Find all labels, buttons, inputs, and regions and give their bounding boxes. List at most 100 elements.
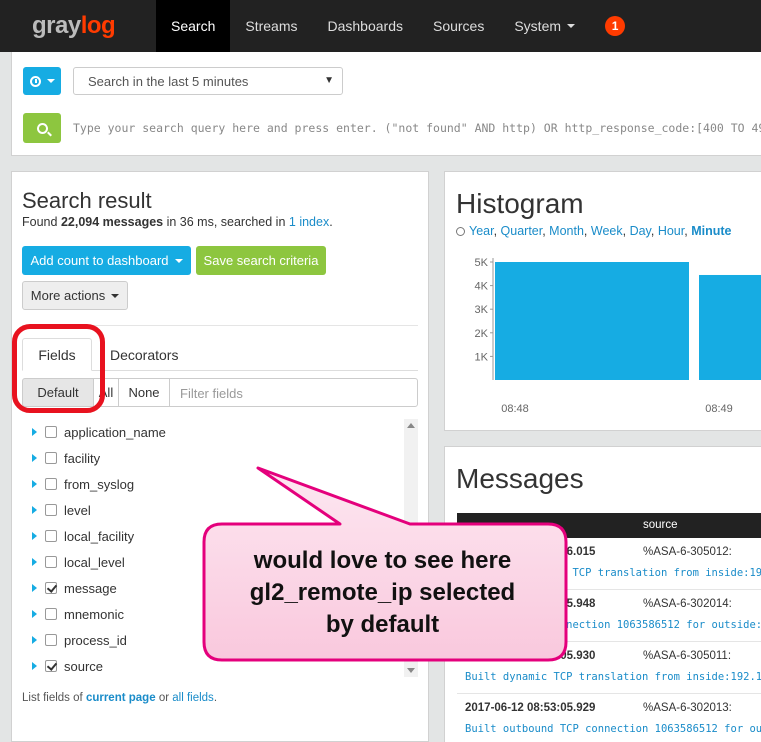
field-checkbox[interactable] [45, 530, 57, 542]
search-time-text: in 36 ms, searched in [166, 215, 286, 229]
notification-badge: 1 [605, 16, 626, 36]
nav-search[interactable]: Search [156, 0, 231, 52]
field-checkbox[interactable] [45, 426, 57, 438]
field-checkbox[interactable] [45, 478, 57, 490]
field-checkbox[interactable] [45, 504, 57, 516]
nav-system[interactable]: System [499, 0, 590, 52]
current-page-link[interactable]: current page [86, 692, 156, 704]
message-row[interactable]: 2017-06-12 08:53:05.929 %ASA-6-302013: Bui… [457, 694, 761, 742]
summary-period: . [329, 215, 333, 229]
message-body: Built outbound TCP connection 1063586512… [465, 723, 761, 735]
field-checkbox[interactable] [45, 556, 57, 568]
save-search-criteria-button[interactable]: Save search criteria [196, 246, 326, 275]
tab-decorators[interactable]: Decorators [110, 347, 178, 363]
field-checkbox[interactable] [45, 608, 57, 620]
field-name: facility [64, 450, 101, 466]
callout-line-1: would love to see here [253, 547, 512, 574]
field-name: mnemonic [64, 606, 124, 622]
messages-title: Messages [456, 463, 584, 494]
search-query-input[interactable]: Type your search query here and press en… [73, 114, 761, 142]
logo-text-gray: gray [32, 12, 81, 39]
field-name: process_id [64, 632, 127, 648]
source-column-header[interactable]: source [643, 519, 678, 531]
hint-end: . [213, 692, 218, 704]
expand-arrow-icon[interactable] [32, 610, 37, 618]
field-name: application_name [64, 424, 166, 440]
field-checkbox[interactable] [45, 452, 57, 464]
search-icon [36, 122, 48, 134]
y-tick-label: 5K [475, 257, 489, 269]
callout-line-2: gl2_remote_ip selected [249, 579, 516, 606]
chevron-down-icon [567, 24, 576, 28]
top-navbar: gray log Search Streams Dashboards Source… [0, 0, 761, 52]
field-name: level [64, 502, 91, 518]
y-tick-label: 4K [475, 281, 489, 293]
chevron-down-icon [111, 293, 120, 298]
field-name: message [64, 580, 117, 596]
scroll-up-icon [407, 423, 415, 428]
histogram-chart: 1K 2K 3K 4K 5K 08:48 08:49 [475, 257, 761, 415]
field-row[interactable]: facility [22, 445, 418, 471]
all-fields-link[interactable]: all fields [172, 692, 214, 704]
message-source: %ASA-6-305012: [643, 546, 732, 558]
time-range-type-button[interactable] [23, 67, 61, 95]
field-checkbox[interactable] [45, 634, 57, 646]
fields-none-button[interactable]: None [118, 378, 170, 407]
nav-dashboards[interactable]: Dashboards [312, 0, 418, 52]
hint-or: or [158, 692, 170, 704]
field-checkbox[interactable] [45, 660, 57, 672]
expand-arrow-icon[interactable] [32, 506, 37, 514]
hint-prefix: List fields of [22, 692, 83, 704]
message-body: Built dynamic TCP translation from insid… [465, 671, 761, 683]
messages-table-header: Timestamp ⇅ source [457, 513, 761, 539]
relative-range-select[interactable]: Search in the last 5 minutes ▼ [73, 67, 343, 95]
expand-arrow-icon[interactable] [32, 532, 37, 540]
field-checkbox[interactable] [45, 582, 57, 594]
index-link[interactable]: 1 index [289, 215, 329, 229]
nav-streams-label: Streams [245, 18, 298, 34]
x-tick-label: 08:48 [501, 403, 529, 415]
field-row[interactable]: application_name [22, 419, 418, 445]
graylog-logo[interactable]: gray log [0, 0, 156, 52]
add-count-to-dashboard-button[interactable]: Add count to dashboard [22, 246, 191, 275]
message-source: %ASA-6-302014: [643, 598, 732, 610]
result-summary: Found 22,094 messages in 36 ms, searched… [22, 215, 333, 229]
nav-notifications[interactable]: 1 [590, 0, 640, 52]
callout-text: would love to see here gl2_remote_ip sel… [205, 545, 560, 641]
nav-streams[interactable]: Streams [230, 0, 312, 52]
filter-fields-input[interactable]: Filter fields [169, 378, 418, 407]
callout-line-3: by default [325, 611, 440, 638]
field-row[interactable]: level [22, 497, 418, 523]
histogram-bar[interactable] [495, 262, 689, 380]
message-row[interactable]: 2017-06-12 08:53:05.930 %ASA-6-305011: Bui… [457, 642, 761, 694]
field-name: local_facility [64, 528, 135, 544]
expand-arrow-icon[interactable] [32, 584, 37, 592]
nav-sources[interactable]: Sources [418, 0, 499, 52]
field-name: source [64, 658, 104, 674]
highlight-ring [12, 324, 105, 413]
clock-icon [29, 75, 41, 87]
expand-arrow-icon[interactable] [32, 454, 37, 462]
expand-arrow-icon[interactable] [32, 428, 37, 436]
chevron-down-icon [174, 258, 183, 263]
sort-icon: ⇅ [465, 527, 475, 539]
search-button[interactable] [23, 113, 61, 143]
logo-text-log: log [80, 12, 116, 39]
message-count: 22,094 messages [60, 215, 164, 229]
histogram-panel: Histogram Year, Quarter, Month, Week, Da… [444, 171, 761, 431]
message-source: %ASA-6-302013: [643, 702, 732, 714]
search-result-title: Search result [22, 188, 152, 213]
scroll-down-icon [407, 668, 415, 673]
field-row[interactable]: from_syslog [22, 471, 418, 497]
expand-arrow-icon[interactable] [32, 636, 37, 644]
field-row[interactable]: source [22, 653, 418, 677]
expand-arrow-icon[interactable] [32, 662, 37, 670]
field-name: from_syslog [64, 476, 135, 492]
more-actions-button[interactable]: More actions [22, 281, 128, 310]
expand-arrow-icon[interactable] [32, 558, 37, 566]
select-arrow-icon: ▼ [324, 75, 334, 86]
histogram-bar[interactable] [699, 274, 761, 380]
expand-arrow-icon[interactable] [32, 480, 37, 488]
field-name: local_level [64, 554, 125, 570]
y-tick-label: 1K [475, 351, 489, 363]
